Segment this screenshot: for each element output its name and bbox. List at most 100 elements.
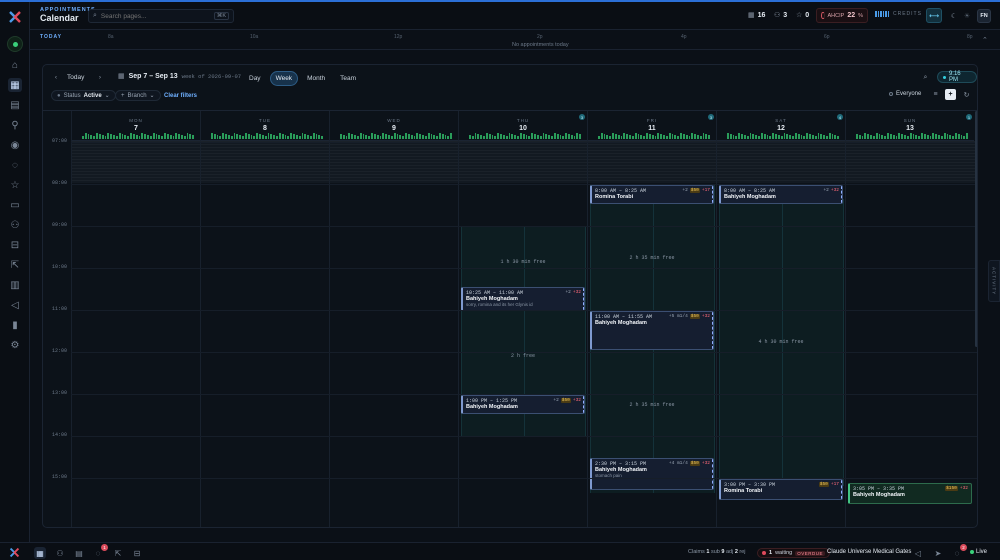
list-view-icon[interactable]: ≡ bbox=[930, 89, 941, 100]
volume-icon[interactable]: ◁ bbox=[912, 547, 924, 559]
activity-tab[interactable]: ACTIVITY bbox=[988, 260, 1000, 302]
document-icon[interactable]: ▤ bbox=[8, 98, 22, 112]
branch-filter[interactable]: + Branch ⌄ bbox=[115, 90, 161, 101]
app-logo-icon[interactable] bbox=[9, 547, 20, 558]
day-header[interactable]: SAT 12 4 bbox=[717, 111, 845, 141]
view-team-tab[interactable]: Team bbox=[334, 71, 362, 86]
calendar-icon[interactable]: ▦ bbox=[8, 78, 22, 92]
chat-icon[interactable]: ◌ bbox=[8, 158, 22, 172]
clear-filters-link[interactable]: Clear filters bbox=[164, 90, 197, 101]
patient-name: Bahiyeh Moghadam bbox=[466, 404, 518, 410]
next-week-chevron-icon[interactable]: › bbox=[95, 72, 105, 82]
collapse-chevron-icon[interactable]: ⌃ bbox=[982, 36, 988, 44]
day-header[interactable]: MON 7 bbox=[72, 111, 200, 141]
view-day-tab[interactable]: Day bbox=[243, 71, 267, 86]
ahcip-value: 22 bbox=[847, 12, 856, 19]
network-icon[interactable]: ⚲ bbox=[8, 118, 22, 132]
appointment-tags: $150 +32 bbox=[945, 485, 968, 491]
user-avatar[interactable]: FN bbox=[977, 9, 991, 23]
appointment-card[interactable]: 2:30 PM – 3:15 PM Bahiyeh Moghadam stomach… bbox=[590, 458, 714, 490]
fee-tag: $50 bbox=[560, 398, 571, 403]
capacity-bar bbox=[340, 133, 453, 139]
live-dot-icon bbox=[943, 75, 946, 79]
search-box[interactable]: ⌕ ⌘K bbox=[88, 9, 234, 23]
ahcip-badge[interactable]: AHCIP 22% bbox=[816, 8, 868, 23]
day-column[interactable]: FRI 11 3 2 h 35 min free 2 h 35 min free 8:00… bbox=[587, 111, 716, 527]
notifications-icon[interactable]: ◌ 1 bbox=[92, 544, 108, 559]
appointment-card[interactable]: 3:05 PM – 3:35 PM Bahiyeh Moghadam $150 +32 bbox=[848, 482, 972, 504]
book-icon[interactable]: ▥ bbox=[8, 278, 22, 292]
app-logo-icon[interactable] bbox=[8, 10, 22, 24]
card-icon[interactable]: ▭ bbox=[8, 198, 22, 212]
user-icon[interactable]: ◉ bbox=[8, 138, 22, 152]
billing-code-tag: +17 bbox=[701, 188, 710, 193]
calendar-icon: ▦ bbox=[748, 12, 755, 19]
view-month-tab[interactable]: Month bbox=[301, 71, 331, 86]
status-indicator-icon[interactable] bbox=[7, 36, 23, 52]
live-status[interactable]: Live bbox=[970, 549, 987, 555]
refresh-icon[interactable]: ↻ bbox=[961, 89, 972, 100]
star-icon[interactable]: ☆ bbox=[8, 178, 22, 192]
status-filter[interactable]: ● Status Active ⌄ bbox=[51, 90, 116, 101]
hour-gridline bbox=[71, 352, 977, 353]
document-icon[interactable]: ▤ bbox=[73, 547, 85, 559]
day-column[interactable]: THU 10 3 1 h 30 min free 2 h free 10:25 AM – … bbox=[458, 111, 587, 527]
home-icon[interactable]: ⌂ bbox=[8, 58, 22, 72]
everyone-selector[interactable]: Everyone bbox=[889, 91, 921, 97]
archive-icon[interactable]: ⊟ bbox=[8, 238, 22, 252]
day-column[interactable]: WED 9 bbox=[329, 111, 458, 527]
team-icon[interactable]: ⚇ bbox=[54, 547, 66, 559]
appointment-card[interactable]: 10:25 AM – 11:00 AM Bahiyeh Moghadam sorry… bbox=[461, 286, 585, 311]
waiting-badge[interactable]: 1 waiting OVERDUE bbox=[757, 548, 830, 558]
fee-tag: $150 bbox=[945, 485, 958, 491]
selection-edge bbox=[712, 312, 713, 349]
day-header[interactable]: THU 10 3 bbox=[459, 111, 587, 141]
search-input[interactable] bbox=[100, 12, 210, 20]
appointment-card[interactable]: 1:00 PM – 1:25 PM Bahiyeh Moghadam +2 $50 +3… bbox=[461, 395, 585, 414]
day-header[interactable]: FRI 11 3 bbox=[588, 111, 716, 141]
search-icon[interactable]: ⌕ bbox=[920, 72, 931, 83]
day-number: 10 bbox=[519, 125, 527, 132]
send-icon[interactable]: ➤ bbox=[932, 547, 944, 559]
appointment-tags: +2 +32 bbox=[823, 188, 839, 193]
appointment-card[interactable]: 3:00 PM – 3:30 PM Romina Torabi $50 +17 bbox=[719, 479, 843, 500]
chart-icon[interactable]: ▮ bbox=[8, 318, 22, 332]
day-column[interactable]: SAT 12 4 4 h 30 min free 8:00 AM – 8:25 AM Ba… bbox=[716, 111, 845, 527]
settings-gear-icon[interactable]: ⚙ bbox=[8, 338, 22, 352]
extra-count-tag: +4 m1/4 bbox=[668, 461, 688, 466]
day-header[interactable]: TUE 8 bbox=[201, 111, 329, 141]
day-column[interactable]: TUE 8 bbox=[200, 111, 329, 527]
day-header[interactable]: SUN 13 1 bbox=[846, 111, 974, 141]
prev-week-chevron-icon[interactable]: ‹ bbox=[51, 72, 61, 82]
add-appointment-button[interactable]: + bbox=[945, 89, 956, 100]
live-label: Live bbox=[976, 549, 988, 555]
day-column[interactable]: MON 7 bbox=[71, 111, 200, 527]
credits-bars-icon bbox=[875, 11, 889, 17]
hour-label: 10:00 bbox=[52, 264, 68, 270]
export-icon[interactable]: ⇱ bbox=[8, 258, 22, 272]
alerts-icon[interactable]: ◌ 2 bbox=[951, 544, 967, 559]
credits-meter[interactable]: CREDITS bbox=[875, 11, 922, 17]
light-mode-icon[interactable]: ☀ bbox=[959, 8, 975, 23]
claims-summary[interactable]: Claims 1 sub 9 adj 2 rej bbox=[688, 549, 746, 555]
stat-appointments[interactable]: ▦ 16 bbox=[748, 11, 765, 20]
appointment-card[interactable]: 8:00 AM – 8:25 AM Bahiyeh Moghadam +2 +32 bbox=[719, 185, 843, 204]
archive-icon[interactable]: ⊟ bbox=[131, 547, 143, 559]
appointment-card[interactable]: 8:00 AM – 8:25 AM Romina Torabi +2 $50 +17 bbox=[590, 185, 714, 204]
vertical-scrollbar[interactable] bbox=[975, 111, 977, 347]
appointment-tags: +4 m1/4 $50 +32 bbox=[669, 461, 710, 466]
organization-name[interactable]: Claude Universe Medical Gates bbox=[827, 549, 911, 555]
view-week-tab[interactable]: Week bbox=[269, 71, 299, 86]
appointment-card[interactable]: 11:00 AM – 11:55 AM Bahiyeh Moghadam +5 m1… bbox=[590, 311, 714, 350]
export-icon[interactable]: ⇱ bbox=[112, 547, 124, 559]
expand-width-icon[interactable]: ⟷ bbox=[926, 8, 942, 23]
today-button[interactable]: Today bbox=[67, 72, 84, 82]
day-header[interactable]: WED 9 bbox=[330, 111, 458, 141]
megaphone-icon[interactable]: ◁ bbox=[8, 298, 22, 312]
day-column[interactable]: SUN 13 1 3:05 PM – 3:35 PM Bahiyeh Moghadam $… bbox=[845, 111, 974, 527]
stat-users[interactable]: ⚇ 3 bbox=[774, 11, 787, 20]
calendar-icon[interactable]: ▦ bbox=[34, 547, 46, 559]
stat-favorites[interactable]: ☆ 0 bbox=[796, 11, 809, 20]
date-range[interactable]: ▦ Sep 7 – Sep 13 week of 2026-09-07 bbox=[118, 72, 241, 81]
team-icon[interactable]: ⚇ bbox=[8, 218, 22, 232]
